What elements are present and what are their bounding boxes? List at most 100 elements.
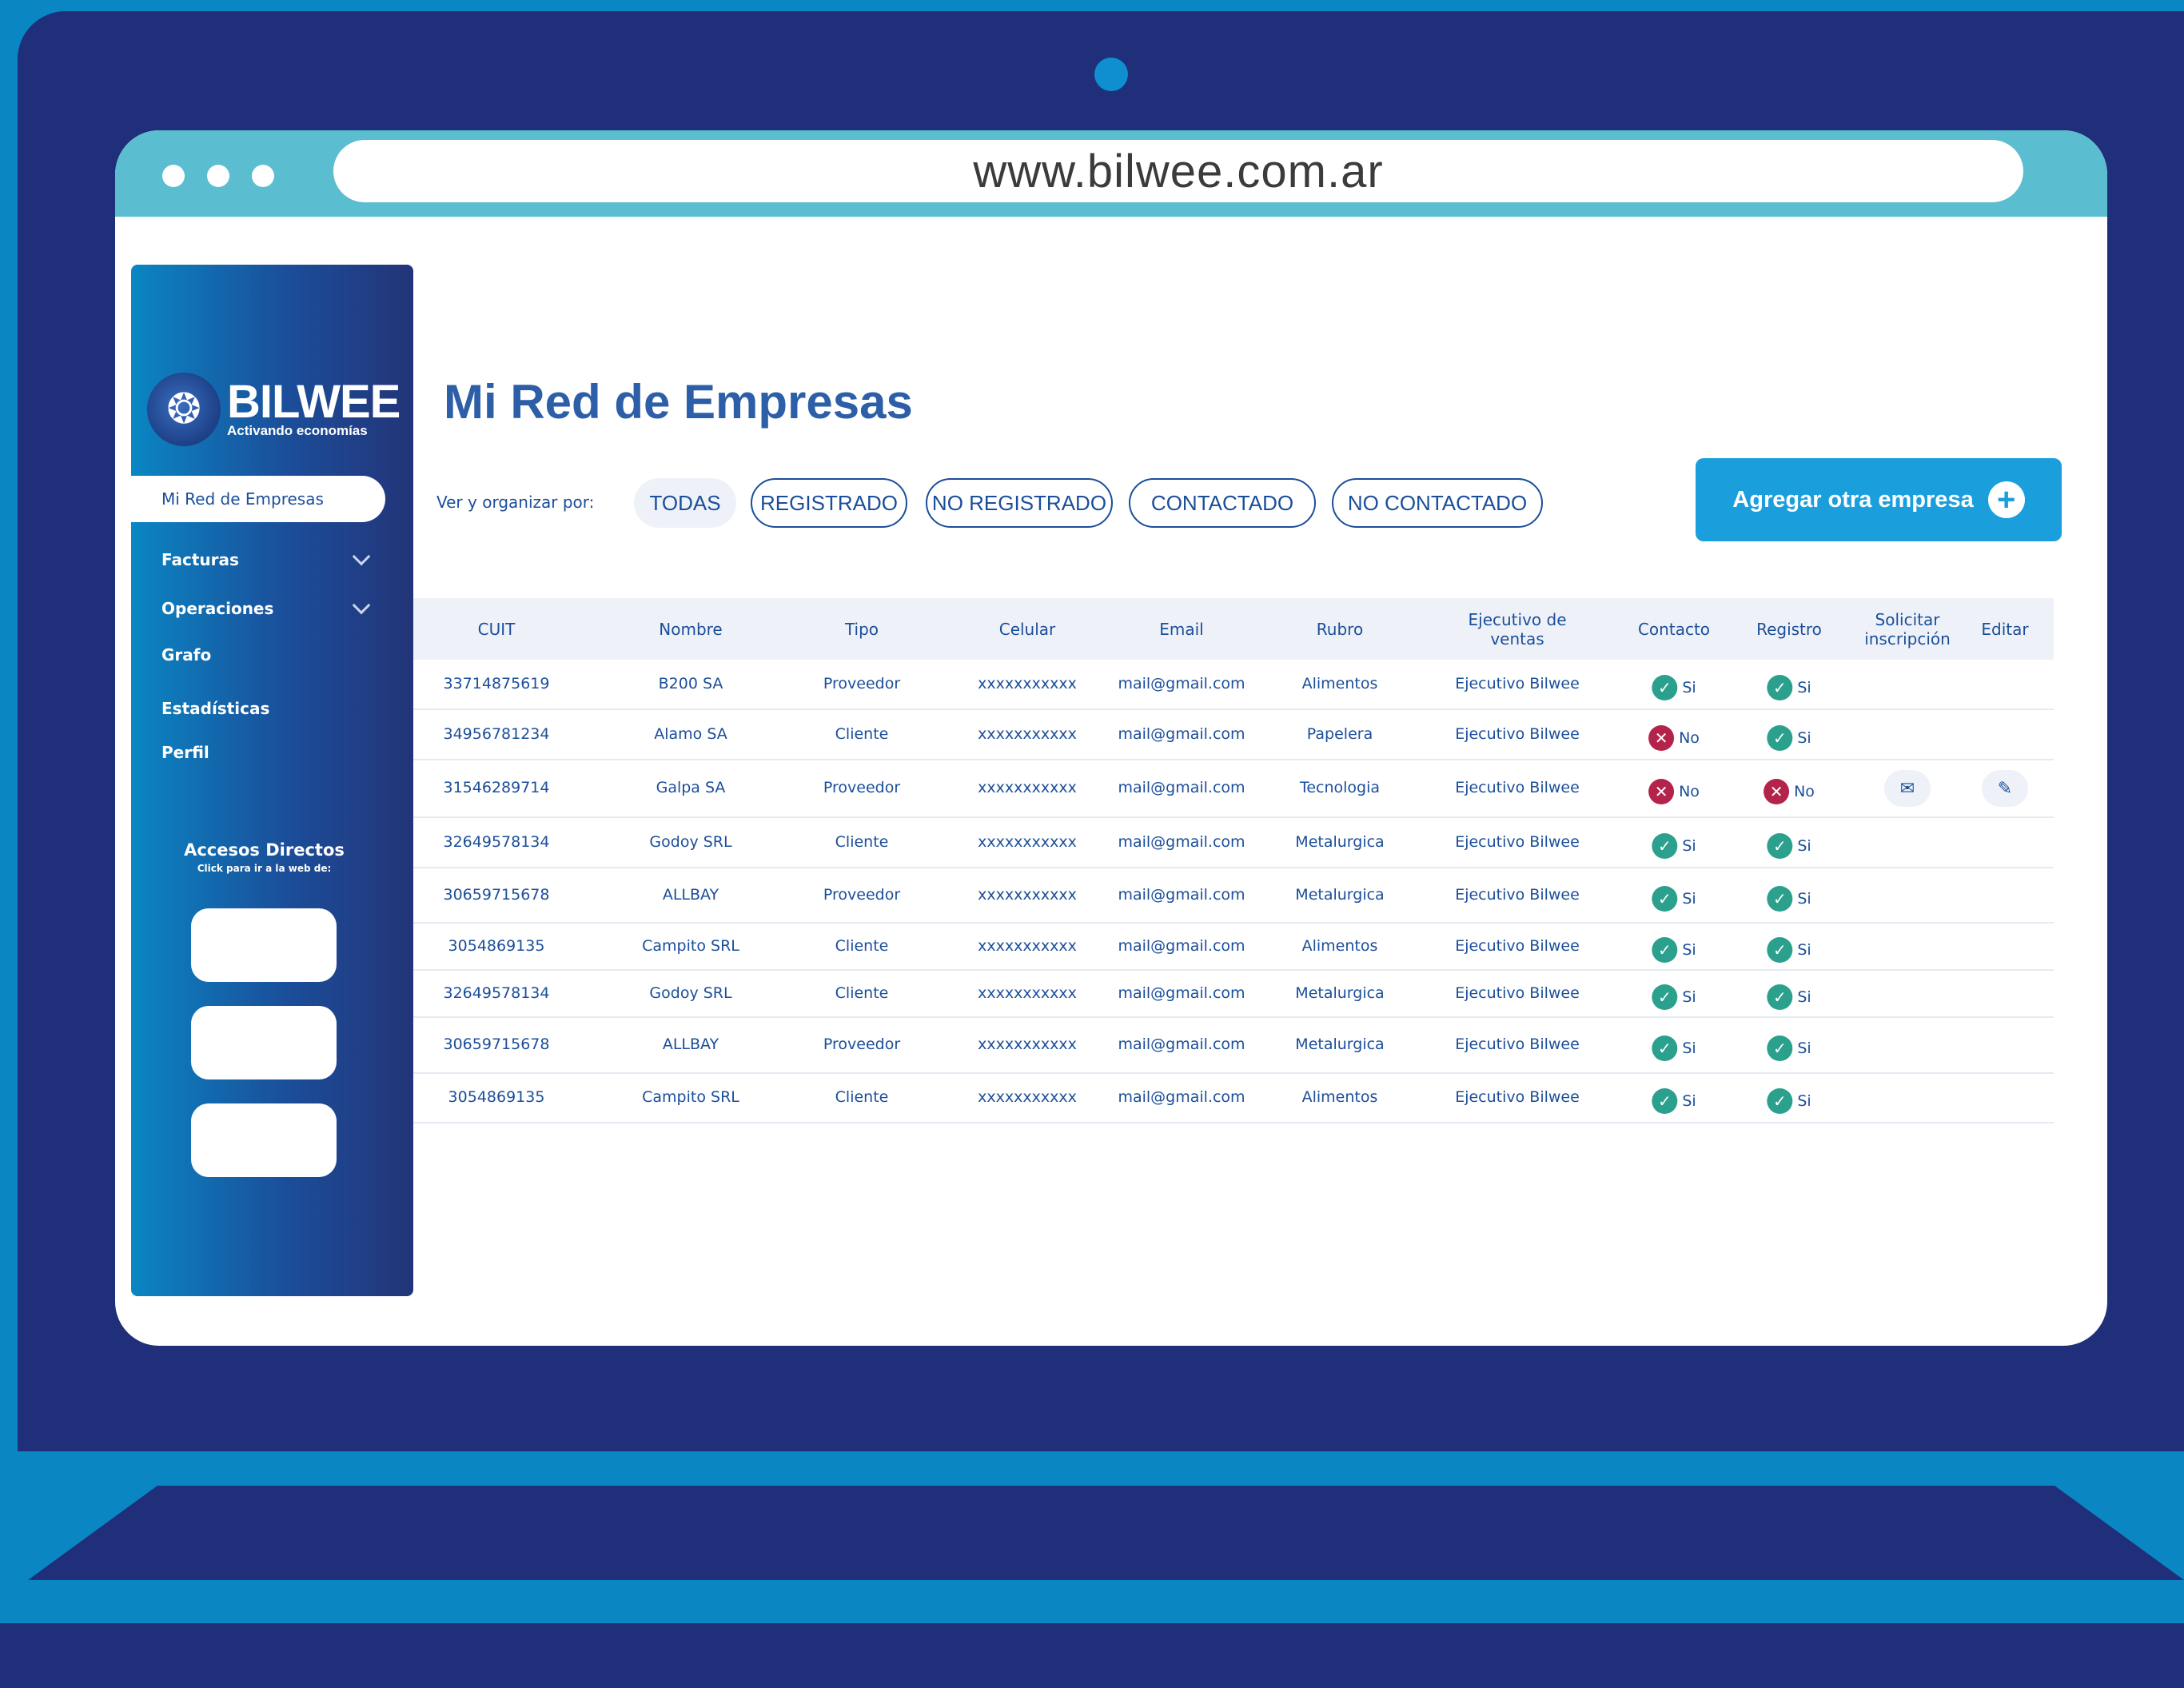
- window-dot-icon[interactable]: [252, 165, 274, 187]
- sidebar-item-label: Operaciones: [161, 599, 274, 618]
- cell-rubro: Alimentos: [1301, 1088, 1378, 1106]
- column-header[interactable]: Celular: [999, 620, 1056, 639]
- table-row[interactable]: 30659715678 ALLBAY Proveedor xxxxxxxxxxx mai…: [413, 1018, 2054, 1074]
- window-dot-icon[interactable]: [162, 165, 185, 187]
- sidebar-item-facturas[interactable]: Facturas: [161, 547, 377, 569]
- cell-rubro: Alimentos: [1301, 936, 1378, 955]
- cell-celular: xxxxxxxxxxx: [978, 832, 1077, 851]
- shortcut-button[interactable]: [191, 1103, 337, 1177]
- sidebar-item-perfil[interactable]: Perfil: [161, 743, 377, 762]
- cell-nombre: Godoy SRL: [649, 984, 732, 1002]
- column-header[interactable]: Editar: [1981, 620, 2028, 639]
- cell-tipo: Proveedor: [823, 1036, 901, 1053]
- column-header[interactable]: Rubro: [1317, 620, 1363, 639]
- table-row[interactable]: 30659715678 ALLBAY Proveedor xxxxxxxxxxx mai…: [413, 868, 2054, 924]
- cell-celular: xxxxxxxxxxx: [978, 779, 1077, 796]
- cell-cuit: 34956781234: [443, 724, 550, 743]
- contacto-status-label: Si: [1682, 678, 1696, 696]
- chevron-down-icon[interactable]: [352, 596, 371, 615]
- cell-ejecutivo: Ejecutivo Bilwee: [1455, 936, 1580, 955]
- registro-status-label: Si: [1797, 1040, 1811, 1057]
- check-circle-icon: ✓: [1767, 936, 1793, 963]
- table-row[interactable]: 33714875619 B200 SA Proveedor xxxxxxxxxxx ma…: [413, 660, 2054, 710]
- cell-rubro: Metalurgica: [1295, 885, 1385, 904]
- table-row[interactable]: 3054869135 Campito SRL Cliente xxxxxxxxxxx m…: [413, 1074, 2054, 1123]
- cell-contacto: ✓ Si: [1652, 885, 1696, 912]
- brand-logo: ❂ BILWEE Activando economías: [147, 373, 401, 446]
- cell-nombre: Godoy SRL: [649, 832, 732, 851]
- filter-chip-no-contactado[interactable]: NO CONTACTADO: [1332, 478, 1543, 528]
- webcam-icon: [1094, 58, 1128, 91]
- cell-ejecutivo: Ejecutivo Bilwee: [1455, 674, 1580, 692]
- cell-celular: xxxxxxxxxxx: [978, 885, 1077, 904]
- cell-email: mail@gmail.com: [1118, 724, 1245, 743]
- filter-chip-contactado[interactable]: CONTACTADO: [1129, 478, 1316, 528]
- shortcuts-subtitle: Click para ir a la web de:: [197, 863, 332, 874]
- cell-rubro: Tecnologia: [1299, 779, 1381, 796]
- cell-nombre: Campito SRL: [642, 1088, 739, 1106]
- registro-status-label: Si: [1797, 1092, 1811, 1110]
- cell-email: mail@gmail.com: [1118, 674, 1245, 692]
- cell-registro: ✓ Si: [1767, 1036, 1811, 1061]
- sidebar-item-label: Grafo: [161, 645, 212, 664]
- request-registration-cell: ✉: [1884, 770, 1931, 807]
- sidebar-item-operaciones[interactable]: Operaciones: [161, 596, 377, 618]
- shortcuts-title: Accesos Directos: [184, 840, 345, 860]
- sidebar-item-label: Mi Red de Empresas: [161, 489, 324, 509]
- column-header[interactable]: Nombre: [659, 620, 722, 639]
- table-row[interactable]: 34956781234 Alamo SA Cliente xxxxxxxxxxx mai…: [413, 710, 2054, 760]
- logo-title: BILWEE: [227, 376, 401, 428]
- registro-status-label: Si: [1797, 678, 1811, 696]
- cell-tipo: Proveedor: [823, 885, 901, 904]
- companies-table: CUIT Nombre Tipo Celular Email Rubro Eje…: [413, 598, 2054, 1123]
- check-circle-icon: ✓: [1652, 674, 1678, 700]
- cell-celular: xxxxxxxxxxx: [978, 724, 1077, 743]
- chevron-down-icon[interactable]: [352, 547, 371, 566]
- table-row[interactable]: 32649578134 Godoy SRL Cliente xxxxxxxxxxx ma…: [413, 971, 2054, 1018]
- contacto-status-label: Si: [1682, 889, 1696, 908]
- registro-status-label: Si: [1797, 940, 1811, 959]
- edit-icon[interactable]: ✎: [1982, 770, 2028, 807]
- column-header[interactable]: Registro: [1756, 620, 1822, 639]
- cell-cuit: 32649578134: [443, 832, 550, 851]
- cell-tipo: Proveedor: [823, 779, 901, 796]
- sidebar-item-label: Facturas: [161, 550, 239, 569]
- table-row[interactable]: 31546289714 Galpa SA Proveedor xxxxxxxxxxx m…: [413, 760, 2054, 818]
- cell-registro: ✓ Si: [1767, 936, 1811, 963]
- check-circle-icon: ✓: [1652, 984, 1678, 1010]
- column-header[interactable]: Contacto: [1638, 620, 1710, 639]
- column-header[interactable]: Tipo: [845, 620, 879, 639]
- filter-chip-todas[interactable]: TODAS: [634, 478, 736, 528]
- shortcut-button[interactable]: [191, 1006, 337, 1079]
- contacto-status-label: No: [1679, 783, 1700, 800]
- filter-chip-registrado[interactable]: REGISTRADO: [751, 478, 907, 528]
- cell-nombre: ALLBAY: [662, 885, 719, 904]
- address-bar[interactable]: www.bilwee.com.ar: [333, 140, 2023, 202]
- page-title: Mi Red de Empresas: [444, 375, 913, 429]
- check-circle-icon: ✓: [1767, 1036, 1793, 1061]
- contacto-status-label: No: [1679, 728, 1700, 747]
- sidebar-item-label: Estadísticas: [161, 699, 270, 718]
- column-header[interactable]: Solicitar inscripción: [1851, 610, 1963, 648]
- column-header[interactable]: Email: [1159, 620, 1204, 639]
- sidebar-item-grafo[interactable]: Grafo: [161, 645, 377, 664]
- window-dot-icon[interactable]: [207, 165, 229, 187]
- column-header[interactable]: Ejecutivo de ventas: [1461, 610, 1573, 648]
- add-company-button[interactable]: Agregar otra empresa +: [1696, 458, 2062, 541]
- shortcut-button[interactable]: [191, 908, 337, 982]
- table-row[interactable]: 32649578134 Godoy SRL Cliente xxxxxxxxxxx ma…: [413, 818, 2054, 868]
- cell-email: mail@gmail.com: [1118, 1088, 1245, 1106]
- cell-cuit: 30659715678: [443, 1036, 550, 1053]
- filter-chip-no-registrado[interactable]: NO REGISTRADO: [926, 478, 1113, 528]
- cell-rubro: Papelera: [1306, 724, 1373, 743]
- cell-celular: xxxxxxxxxxx: [978, 1088, 1077, 1106]
- sidebar-item-estadisticas[interactable]: Estadísticas: [161, 699, 377, 718]
- column-header[interactable]: CUIT: [478, 620, 516, 639]
- sidebar-item-mi-red[interactable]: Mi Red de Empresas: [131, 476, 385, 522]
- cell-contacto: ✓ Si: [1652, 1036, 1696, 1061]
- table-row[interactable]: 3054869135 Campito SRL Cliente xxxxxxxxxxx m…: [413, 924, 2054, 971]
- envelope-icon[interactable]: ✉: [1884, 770, 1931, 807]
- sidebar-item-label: Perfil: [161, 743, 209, 762]
- cell-ejecutivo: Ejecutivo Bilwee: [1455, 779, 1580, 796]
- cell-nombre: Galpa SA: [656, 779, 726, 796]
